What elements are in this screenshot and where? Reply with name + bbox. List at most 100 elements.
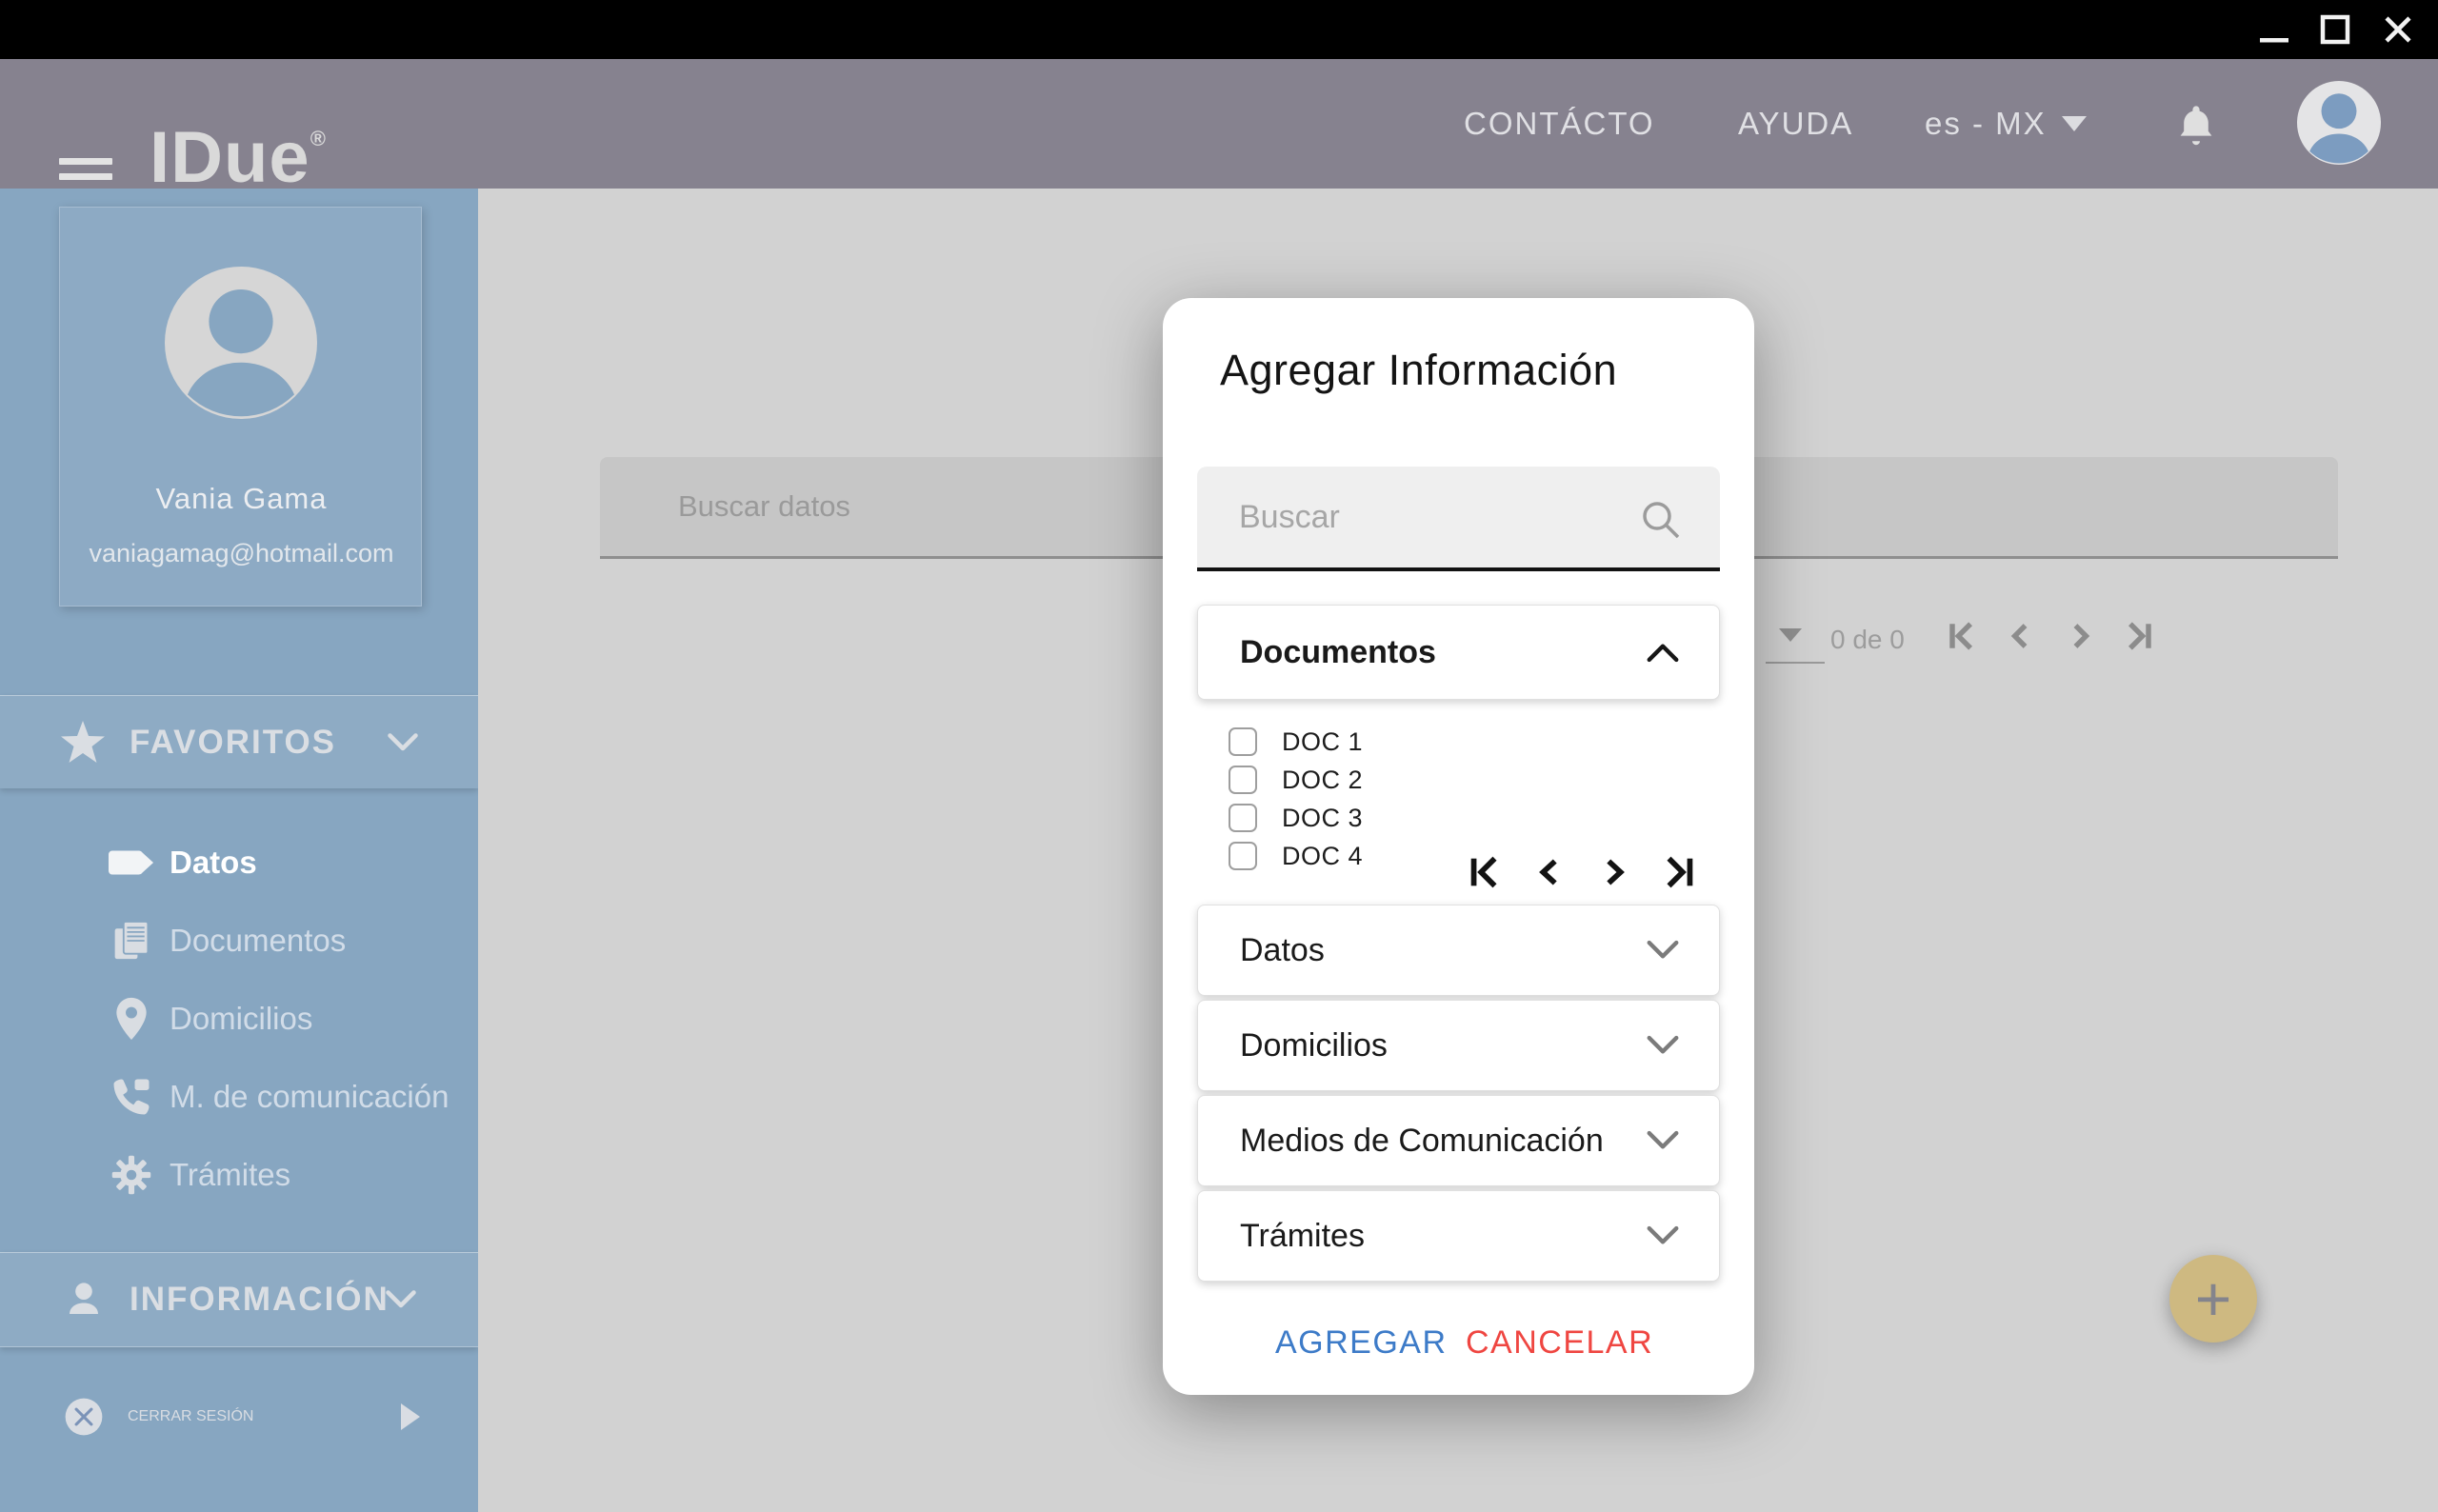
documents-icon [109, 919, 154, 963]
section-label: Domicilios [1240, 1026, 1388, 1064]
chevron-down-icon [1645, 938, 1681, 963]
checkbox-label: DOC 4 [1282, 841, 1364, 870]
window-titlebar [0, 0, 2438, 59]
checkbox-label: DOC 2 [1282, 765, 1364, 794]
nav-help-link[interactable]: AYUDA [1738, 59, 1853, 189]
checkbox-row-doc2[interactable]: DOC 2 [1229, 761, 1363, 799]
dialog-pagination [1464, 850, 1700, 899]
sidebar-section-label: FAVORITOS [130, 723, 337, 761]
previous-page-icon[interactable] [1529, 850, 1570, 899]
sidebar-item-label: Domicilios [170, 1001, 313, 1036]
maximize-icon [2320, 14, 2350, 45]
sidebar-section-informacion[interactable]: INFORMACIÓN [0, 1252, 478, 1347]
location-pin-icon [109, 997, 154, 1041]
chevron-down-icon [1645, 1128, 1681, 1153]
user-avatar[interactable] [2297, 81, 2381, 169]
section-label: Documentos [1240, 633, 1436, 670]
avatar-person-icon [165, 267, 317, 419]
section-domicilios-header[interactable]: Domicilios [1197, 1000, 1720, 1091]
checkbox-unchecked-icon[interactable] [1229, 804, 1257, 832]
last-page-icon[interactable] [1658, 850, 1700, 899]
profile-email: vaniagamag@hotmail.com [89, 539, 394, 567]
agregar-button[interactable]: AGREGAR [1275, 1324, 1447, 1362]
arrow-right-icon [398, 1402, 423, 1432]
section-medios-header[interactable]: Medios de Comunicación [1197, 1095, 1720, 1186]
rows-per-page-select[interactable] [1766, 628, 1825, 664]
section-datos-header[interactable]: Datos [1197, 905, 1720, 996]
section-label: Datos [1240, 931, 1325, 968]
sidebar-item-comunicacion[interactable]: M. de comunicación [0, 1058, 478, 1136]
chevron-down-icon [386, 730, 420, 755]
section-documentos-header[interactable]: Documentos [1197, 605, 1720, 700]
window-maximize-button[interactable] [2312, 0, 2358, 59]
checkbox-label: DOC 1 [1282, 726, 1364, 756]
avatar-person-icon [2297, 81, 2381, 165]
checkbox-label: DOC 3 [1282, 803, 1364, 832]
caret-down-icon [2061, 116, 2087, 131]
close-icon [2385, 16, 2411, 43]
caret-down-icon [1779, 628, 1802, 642]
window-close-button[interactable] [2375, 0, 2421, 59]
sidebar-section-favoritos[interactable]: FAVORITOS [0, 695, 478, 788]
sidebar-item-label: Documentos [170, 923, 347, 958]
registered-mark: ® [310, 127, 326, 150]
label-icon [109, 848, 154, 877]
agregar-informacion-dialog: Agregar Información Documentos DOC 1 DOC… [1163, 298, 1754, 1395]
pagination-range-label: 0 de 0 [1830, 625, 1905, 654]
hamburger-icon [59, 158, 112, 165]
checkbox-unchecked-icon[interactable] [1229, 766, 1257, 794]
first-page-icon[interactable] [1464, 850, 1506, 899]
next-page-icon[interactable] [2059, 615, 2101, 662]
dialog-search-input[interactable] [1197, 467, 1637, 567]
dialog-search-bar[interactable] [1197, 467, 1720, 571]
sidebar-logout-button[interactable]: CERRAR SESIÓN [0, 1378, 478, 1456]
chevron-up-icon [1645, 640, 1681, 665]
section-tramites-header[interactable]: Trámites [1197, 1190, 1720, 1282]
sidebar-item-label: Trámites [170, 1157, 291, 1192]
profile-card: Vania Gama vaniagamag@hotmail.com [59, 207, 422, 607]
sidebar-item-label: Datos [170, 845, 257, 880]
section-label: Medios de Comunicación [1240, 1122, 1604, 1159]
checkbox-unchecked-icon[interactable] [1229, 842, 1257, 870]
previous-page-icon[interactable] [2000, 615, 2042, 662]
last-page-icon[interactable] [2118, 615, 2160, 662]
window-minimize-button[interactable] [2251, 0, 2297, 59]
checkbox-row-doc4[interactable]: DOC 4 [1229, 837, 1363, 875]
chevron-down-icon [1645, 1033, 1681, 1058]
first-page-icon[interactable] [1941, 615, 1983, 662]
sidebar-item-datos[interactable]: Datos [0, 824, 478, 902]
nav-contact-link[interactable]: CONTÁCTO [1464, 59, 1655, 189]
content-pagination [1941, 615, 2160, 662]
add-fab-button[interactable]: + [2169, 1255, 2257, 1343]
sidebar-section-label: INFORMACIÓN [130, 1281, 390, 1318]
locale-selector[interactable]: es - MX [1925, 59, 2087, 189]
gear-icon [109, 1154, 154, 1196]
chevron-down-icon [1645, 1224, 1681, 1248]
logout-label: CERRAR SESIÓN [128, 1408, 254, 1424]
cancelar-button[interactable]: CANCELAR [1466, 1324, 1652, 1362]
phone-message-icon [109, 1076, 154, 1118]
select-underline [1766, 662, 1825, 664]
sidebar-item-documentos[interactable]: Documentos [0, 902, 478, 980]
sidebar: Vania Gama vaniagamag@hotmail.com FAVORI… [0, 189, 478, 1512]
brand-name: IDue [150, 117, 310, 198]
close-circle-icon [63, 1396, 105, 1438]
app-header: IDue® DILIGENCE AUTHENTICATION CONTÁCTO … [0, 59, 2438, 211]
minimize-icon [2260, 38, 2288, 43]
sidebar-item-tramites[interactable]: Trámites [0, 1136, 478, 1214]
person-icon [63, 1279, 105, 1321]
notifications-button[interactable] [2177, 103, 2215, 151]
profile-avatar [165, 267, 317, 424]
sidebar-item-domicilios[interactable]: Domicilios [0, 980, 478, 1058]
locale-label: es - MX [1925, 106, 2047, 141]
checkbox-row-doc1[interactable]: DOC 1 [1229, 723, 1363, 761]
bell-icon [2180, 106, 2212, 146]
sidebar-item-label: M. de comunicación [170, 1079, 450, 1114]
checkbox-unchecked-icon[interactable] [1229, 727, 1257, 756]
profile-name: Vania Gama [155, 482, 328, 515]
dialog-title: Agregar Información [1220, 346, 1618, 394]
checkbox-row-doc3[interactable]: DOC 3 [1229, 799, 1363, 837]
chevron-down-icon [384, 1287, 418, 1312]
search-icon [1638, 497, 1684, 547]
next-page-icon[interactable] [1593, 850, 1635, 899]
